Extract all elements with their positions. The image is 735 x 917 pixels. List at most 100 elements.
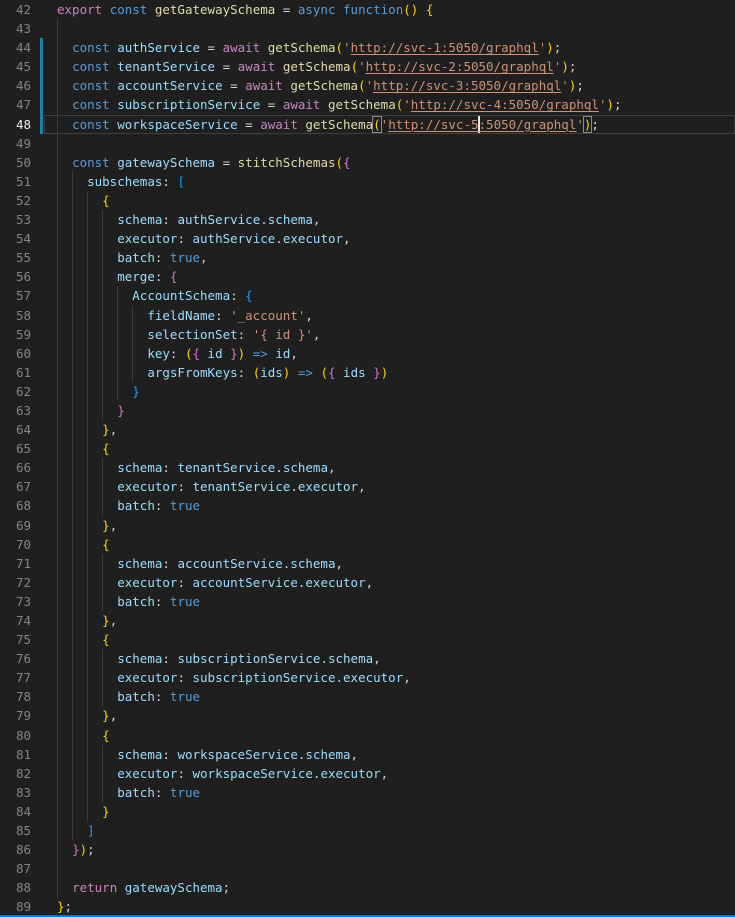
code-line-content[interactable]: schema: accountService.schema, [44,554,735,573]
code-line[interactable]: 42export const getGatewaySchema = async … [0,0,735,19]
code-line[interactable]: 85 ] [0,821,735,840]
code-line-content[interactable]: const workspaceService = await getSchema… [44,115,735,134]
line-number[interactable]: 55 [0,248,31,267]
code-line-content[interactable]: merge: { [44,267,735,286]
line-number[interactable]: 60 [0,344,31,363]
code-line-content[interactable]: selectionSet: '{ id }', [44,325,735,344]
code-line[interactable]: 65 { [0,439,735,458]
code-line[interactable]: 72 executor: accountService.executor, [0,573,735,592]
line-number[interactable]: 71 [0,554,31,573]
line-number[interactable]: 64 [0,420,31,439]
code-line-content[interactable] [44,134,735,153]
code-line[interactable]: 49 [0,134,735,153]
code-line[interactable]: 66 schema: tenantService.schema, [0,458,735,477]
code-line[interactable]: 70 { [0,535,735,554]
code-line-content[interactable]: } [44,382,735,401]
line-number[interactable]: 89 [0,897,31,916]
code-line-content[interactable]: schema: tenantService.schema, [44,458,735,477]
line-number[interactable]: 65 [0,439,31,458]
code-line-content[interactable]: }, [44,706,735,725]
code-line[interactable]: 56 merge: { [0,267,735,286]
code-line[interactable]: 47 const subscriptionService = await get… [0,95,735,114]
line-number[interactable]: 58 [0,306,31,325]
line-number[interactable]: 78 [0,687,31,706]
code-line[interactable]: 55 batch: true, [0,248,735,267]
code-line[interactable]: 57 AccountSchema: { [0,286,735,305]
line-number[interactable]: 51 [0,172,31,191]
line-number[interactable]: 72 [0,573,31,592]
line-number[interactable]: 57 [0,286,31,305]
code-line-content[interactable]: { [44,630,735,649]
code-line-content[interactable]: fieldName: '_account', [44,306,735,325]
code-line[interactable]: 89}; [0,897,735,916]
code-line-content[interactable]: } [44,401,735,420]
code-line[interactable]: 63 } [0,401,735,420]
code-line[interactable]: 81 schema: workspaceService.schema, [0,745,735,764]
line-number[interactable]: 77 [0,668,31,687]
code-line-content[interactable]: batch: true, [44,248,735,267]
code-line[interactable]: 83 batch: true [0,783,735,802]
code-line-content[interactable]: { [44,439,735,458]
code-line[interactable]: 51 subschemas: [ [0,172,735,191]
line-number[interactable]: 73 [0,592,31,611]
code-line[interactable]: 44 const authService = await getSchema('… [0,38,735,57]
code-line-content[interactable]: key: ({ id }) => id, [44,344,735,363]
code-line-content[interactable] [44,19,735,38]
code-line[interactable]: 77 executor: subscriptionService.executo… [0,668,735,687]
line-number[interactable]: 42 [0,0,31,19]
code-line-content[interactable]: }, [44,516,735,535]
line-number[interactable]: 49 [0,134,31,153]
code-line-content[interactable]: }; [44,897,735,916]
line-number[interactable]: 53 [0,210,31,229]
line-number[interactable]: 44 [0,38,31,57]
code-line-content[interactable]: { [44,191,735,210]
code-line[interactable]: 75 { [0,630,735,649]
code-line-content[interactable]: const accountService = await getSchema('… [44,76,735,95]
code-line[interactable]: 74 }, [0,611,735,630]
code-line-content[interactable]: schema: subscriptionService.schema, [44,649,735,668]
line-number[interactable]: 63 [0,401,31,420]
line-number[interactable]: 88 [0,878,31,897]
code-line[interactable]: 50 const gatewaySchema = stitchSchemas({ [0,153,735,172]
code-line-content[interactable]: const tenantService = await getSchema('h… [44,57,735,76]
line-number[interactable]: 87 [0,859,31,878]
code-line-content[interactable]: batch: true [44,687,735,706]
code-line-content[interactable]: schema: authService.schema, [44,210,735,229]
code-line[interactable]: 54 executor: authService.executor, [0,229,735,248]
code-line-content[interactable]: }, [44,611,735,630]
code-line[interactable]: 84 } [0,802,735,821]
code-line[interactable]: 62 } [0,382,735,401]
code-line-content[interactable]: AccountSchema: { [44,286,735,305]
code-line-content[interactable]: batch: true [44,496,735,515]
code-line[interactable]: 82 executor: workspaceService.executor, [0,764,735,783]
code-line-content[interactable]: subschemas: [ [44,172,735,191]
line-number[interactable]: 76 [0,649,31,668]
code-line[interactable]: 43 [0,19,735,38]
code-line[interactable]: 88 return gatewaySchema; [0,878,735,897]
code-line-content[interactable]: } [44,802,735,821]
line-number[interactable]: 85 [0,821,31,840]
code-line-content[interactable]: executor: accountService.executor, [44,573,735,592]
code-line-content[interactable]: return gatewaySchema; [44,878,735,897]
line-number[interactable]: 54 [0,229,31,248]
code-line[interactable]: 60 key: ({ id }) => id, [0,344,735,363]
line-number[interactable]: 83 [0,783,31,802]
code-line[interactable]: 79 }, [0,706,735,725]
code-line[interactable]: 61 argsFromKeys: (ids) => ({ ids }) [0,363,735,382]
code-editor[interactable]: 42export const getGatewaySchema = async … [0,0,735,915]
code-line-content[interactable]: batch: true [44,592,735,611]
code-line-content[interactable]: executor: authService.executor, [44,229,735,248]
code-line[interactable]: 45 const tenantService = await getSchema… [0,57,735,76]
code-line[interactable]: 53 schema: authService.schema, [0,210,735,229]
code-line-content[interactable]: executor: tenantService.executor, [44,477,735,496]
code-line-content[interactable]: }); [44,840,735,859]
line-number[interactable]: 50 [0,153,31,172]
code-line[interactable]: 71 schema: accountService.schema, [0,554,735,573]
code-line-content[interactable]: schema: workspaceService.schema, [44,745,735,764]
code-line[interactable]: 68 batch: true [0,496,735,515]
line-number[interactable]: 74 [0,611,31,630]
code-line-content[interactable]: const subscriptionService = await getSch… [44,95,735,114]
code-line-content[interactable]: ] [44,821,735,840]
code-line-content[interactable]: const gatewaySchema = stitchSchemas({ [44,153,735,172]
line-number[interactable]: 62 [0,382,31,401]
